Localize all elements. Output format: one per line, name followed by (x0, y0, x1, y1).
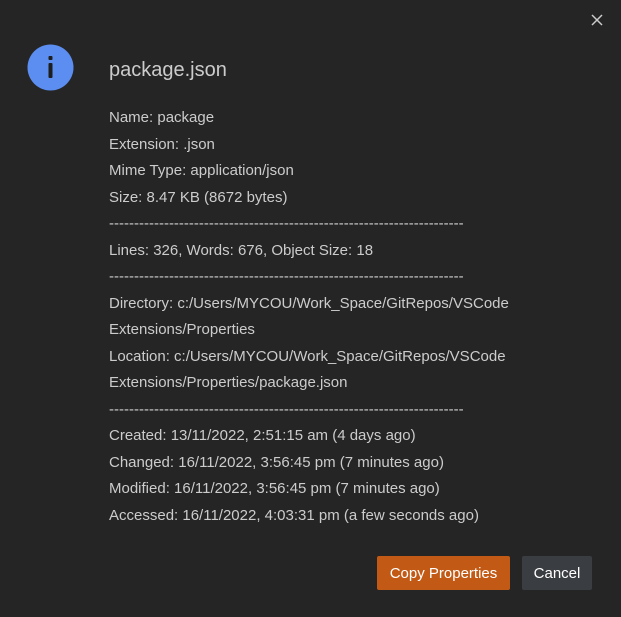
separator: ----------------------------------------… (109, 268, 464, 285)
directory-line: Directory: c:/Users/MYCOU/Work_Space/Git… (109, 294, 509, 312)
separator: ----------------------------------------… (109, 400, 464, 418)
created-line: Created: 13/11/2022, 2:51:15 am (4 days … (109, 427, 416, 444)
accessed-line: Accessed: 16/11/2022, 4:03:31 pm (a few … (109, 506, 479, 524)
location-line: Location: c:/Users/MYCOU/Work_Space/GitR… (109, 347, 506, 365)
changed-line: Changed: 16/11/2022, 3:56:45 pm (7 minut… (109, 453, 444, 471)
dialog-buttons: Copy Properties Cancel (377, 556, 592, 590)
copy-properties-button[interactable]: Copy Properties (377, 556, 510, 590)
size-line: Size: 8.47 KB (8672 bytes) (109, 188, 288, 206)
location-line-continued: Extensions/Properties/package.json (109, 374, 348, 391)
properties-dialog: package.json Name: package Extension: .j… (0, 0, 621, 617)
close-button[interactable] (585, 8, 609, 32)
info-icon (27, 44, 74, 91)
close-icon (591, 14, 603, 26)
counts-line: Lines: 326, Words: 676, Object Size: 18 (109, 241, 374, 259)
modified-line: Modified: 16/11/2022, 3:56:45 pm (7 minu… (109, 480, 440, 497)
properties-details: Name: package Extension: .json Mime Type… (109, 105, 559, 529)
extension-line: Extension: .json (109, 135, 215, 153)
name-line: Name: package (109, 109, 215, 126)
cancel-button[interactable]: Cancel (522, 556, 592, 590)
directory-line-continued: Extensions/Properties (109, 321, 255, 338)
dialog-title: package.json (109, 59, 227, 81)
separator: ----------------------------------------… (109, 215, 464, 232)
mime-type-line: Mime Type: application/json (109, 162, 294, 179)
